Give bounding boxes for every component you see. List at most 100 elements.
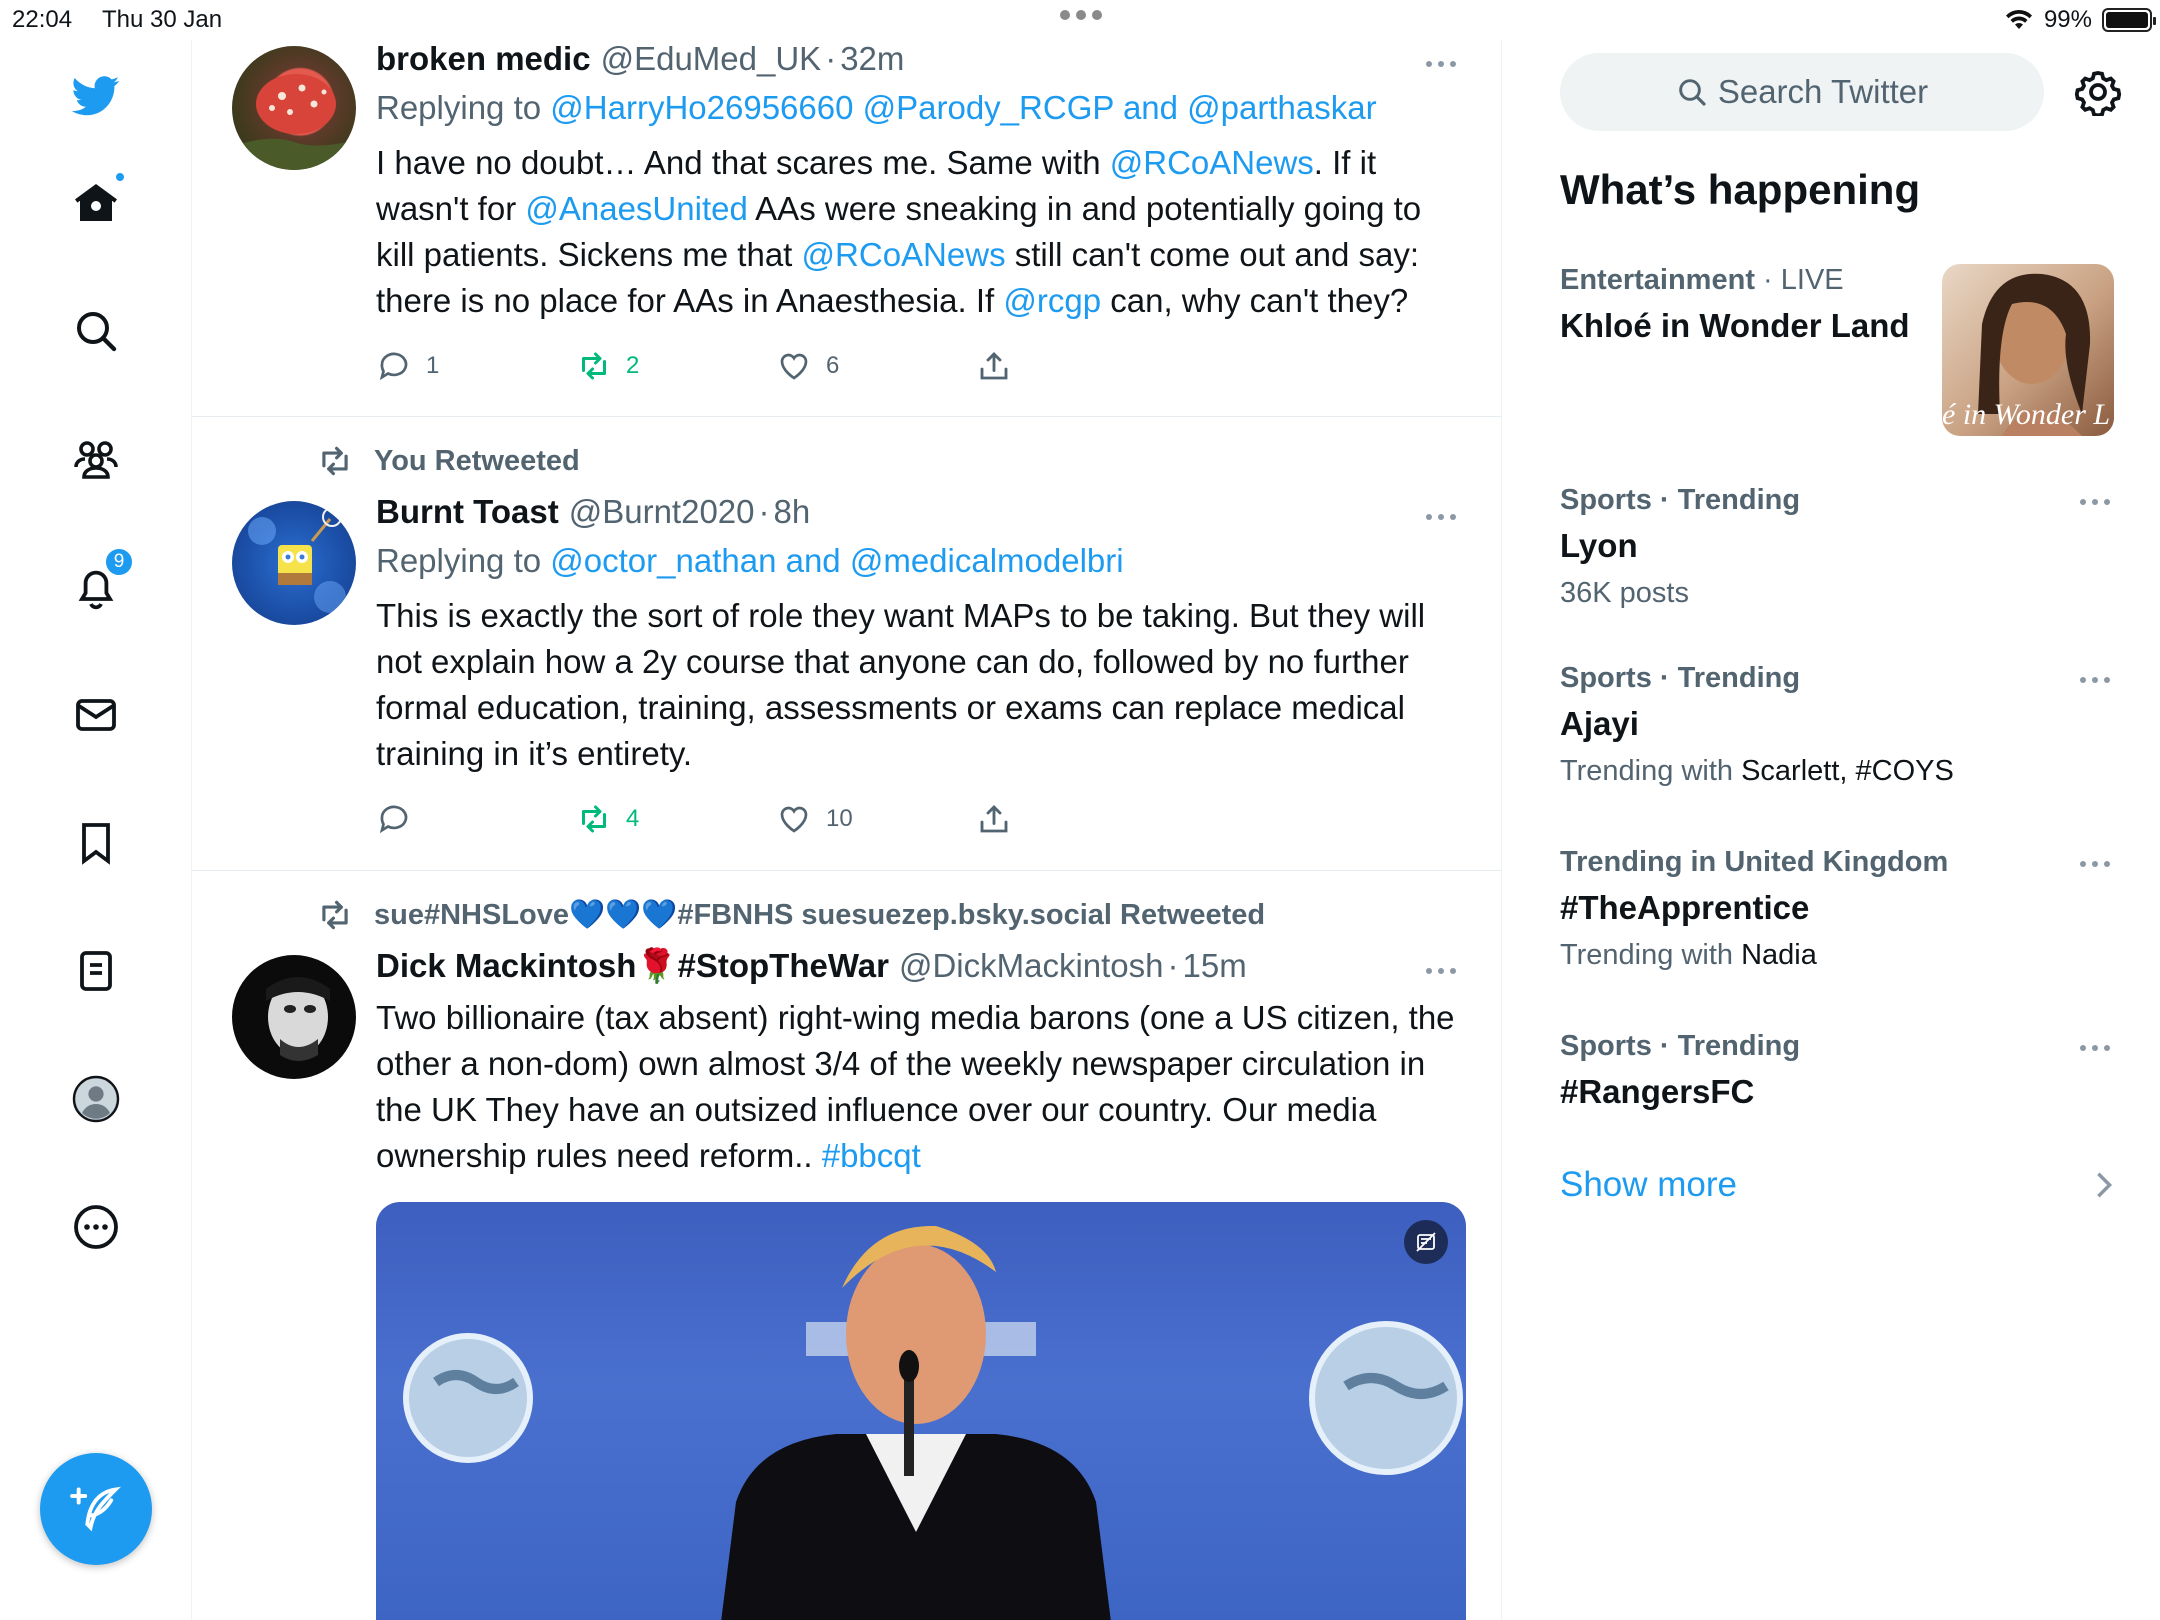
tweet-time[interactable]: 8h (774, 493, 811, 531)
retweet-button[interactable]: 4 (576, 799, 639, 839)
trend-more-icon[interactable] (2080, 670, 2120, 690)
retweet-button[interactable]: 2 (576, 346, 639, 386)
reply-button[interactable]: 1 (376, 346, 439, 386)
tweet[interactable]: broken medic @EduMed_UK · 32m Replying t… (192, 40, 1501, 417)
trend-name: #RangersFC (1560, 1073, 1755, 1110)
trend-name: Ajayi (1560, 705, 1639, 742)
tweet-more-icon[interactable] (1426, 961, 1466, 981)
mention-link[interactable]: @RCoANews (802, 236, 1006, 273)
heart-icon (780, 806, 808, 833)
replying-to: Replying to @HarryHo26956660 @Parody_RCG… (376, 89, 1377, 126)
status-indicators: 99% (2004, 6, 2156, 34)
search-icon (77, 312, 117, 352)
mention-link[interactable]: @AnaesUnited (525, 190, 747, 227)
notifications-count-badge: 9 (104, 547, 134, 577)
tweet-text: This is exactly the sort of role they wa… (376, 597, 1426, 772)
reply-button[interactable] (376, 799, 426, 839)
trend-item[interactable]: Sports · Trending #RangersFC (1560, 1030, 2120, 1111)
hide-sensitive-icon[interactable] (1404, 1220, 1448, 1264)
status-time: 22:04 (12, 6, 73, 33)
author-handle[interactable]: @EduMed_UK (601, 40, 822, 78)
bookmark-icon (82, 823, 110, 865)
retweet-icon (582, 805, 606, 833)
avatar[interactable] (232, 501, 356, 625)
tweet-actions: 4 10 (376, 799, 1096, 839)
heart-icon (780, 353, 808, 380)
trend-more-icon[interactable] (2080, 492, 2120, 512)
trend-category: Sports · Trending (1560, 1030, 1801, 1062)
tweet-video-media[interactable] (376, 1202, 1466, 1620)
status-date: Thu 30 Jan (102, 6, 223, 33)
author-handle[interactable]: @Burnt2020 (569, 493, 755, 531)
hashtag-link[interactable]: #bbcqt (822, 1137, 921, 1174)
replying-to-links[interactable]: @HarryHo26956660 @Parody_RCGP and @parth… (550, 89, 1376, 126)
compose-feather-icon (70, 1486, 122, 1532)
nav-more[interactable] (62, 1193, 130, 1261)
trend-with: Scarlett, #COYS (1741, 755, 1954, 787)
trend-category: Entertainment (1560, 264, 1755, 296)
nav-communities[interactable] (62, 425, 130, 493)
trend-more-icon[interactable] (2080, 854, 2120, 874)
tweet-content: Burnt Toast @Burnt2020 · 8h Replying to … (376, 493, 1466, 777)
trend-category: Trending in United Kingdom (1560, 846, 1949, 878)
tweet-time[interactable]: 32m (840, 40, 904, 78)
twitter-logo-icon[interactable] (62, 61, 130, 129)
tweet-header: Dick Mackintosh🌹#StopTheWar @DickMackint… (376, 947, 1247, 986)
tweet-time[interactable]: 15m (1183, 947, 1247, 985)
home-unread-dot (114, 171, 126, 183)
multitasking-dots-icon[interactable] (1060, 10, 1104, 26)
search-input[interactable]: Search Twitter (1560, 53, 2044, 131)
trend-item[interactable]: Sports · Trending Ajayi Trending with Sc… (1560, 662, 2120, 788)
author-name[interactable]: broken medic (376, 40, 591, 78)
tweet-header: Burnt Toast @Burnt2020 · 8h (376, 493, 811, 531)
tweet-actions: 1 2 6 (376, 346, 1096, 386)
nav-lists[interactable] (62, 937, 130, 1005)
tweet-content: broken medic @EduMed_UK · 32m Replying t… (376, 40, 1466, 324)
communities-icon (74, 441, 118, 479)
settings-gear-icon[interactable] (2074, 68, 2122, 116)
compose-tweet-button[interactable] (40, 1453, 152, 1565)
tweet[interactable]: You Retweeted Burnt Toast @Burnt2020 · 8… (192, 417, 1501, 871)
like-button[interactable]: 10 (776, 799, 853, 839)
battery-percent: 99% (2043, 6, 2092, 33)
nav-messages[interactable] (62, 681, 130, 749)
nav-bookmarks[interactable] (62, 809, 130, 877)
show-more-link[interactable]: Show more (1560, 1165, 1737, 1205)
social-context: sue#NHSLove💙💙💙#FBNHS suesuezep.bsky.soci… (316, 897, 1265, 933)
avatar[interactable] (232, 46, 356, 170)
retweet-icon (322, 900, 348, 930)
trend-category: Sports · Trending (1560, 484, 1801, 516)
share-icon (980, 804, 1008, 833)
like-button[interactable]: 6 (776, 346, 839, 386)
lists-icon (80, 951, 112, 991)
replying-to-links[interactable]: @octor_nathan and @medicalmodelbri (550, 542, 1123, 579)
trend-more-icon[interactable] (2080, 1038, 2120, 1058)
tweet-more-icon[interactable] (1426, 507, 1466, 527)
avatar[interactable] (232, 955, 356, 1079)
trend-with: Nadia (1741, 939, 1817, 971)
share-button[interactable] (976, 346, 1026, 386)
author-handle[interactable]: @DickMackintosh (899, 947, 1164, 985)
mention-link[interactable]: @RCoANews (1110, 144, 1314, 181)
author-name[interactable]: Burnt Toast (376, 493, 559, 531)
chevron-right-icon (2097, 1172, 2113, 1198)
nav-profile[interactable] (62, 1065, 130, 1133)
reply-icon (379, 352, 408, 381)
more-circle-icon (74, 1205, 118, 1249)
twitter-app: 22:04 Thu 30 Jan 99% 9 broken medic @Edu… (0, 0, 2160, 1620)
author-name[interactable]: Dick Mackintosh🌹#StopTheWar (376, 947, 889, 986)
share-button[interactable] (976, 799, 1026, 839)
mention-link[interactable]: @rcgp (1003, 282, 1101, 319)
search-icon (1679, 79, 1706, 106)
tweet-text: I have no doubt… And that scares me. Sam… (376, 144, 1422, 319)
trend-item[interactable]: Sports · Trending Lyon 36K posts (1560, 484, 2120, 610)
trend-item[interactable]: Trending in United Kingdom #TheApprentic… (1560, 846, 2120, 972)
nav-home[interactable] (62, 169, 130, 237)
tweet-more-icon[interactable] (1426, 54, 1466, 74)
wifi-icon (2005, 9, 2032, 29)
trend-thumbnail[interactable]: é in Wonder L (1942, 264, 2114, 436)
nav-notifications[interactable]: 9 (62, 547, 134, 621)
nav-explore[interactable] (62, 297, 130, 365)
svg-text:é in Wonder L: é in Wonder L (1942, 398, 2110, 431)
reply-icon (379, 805, 408, 834)
